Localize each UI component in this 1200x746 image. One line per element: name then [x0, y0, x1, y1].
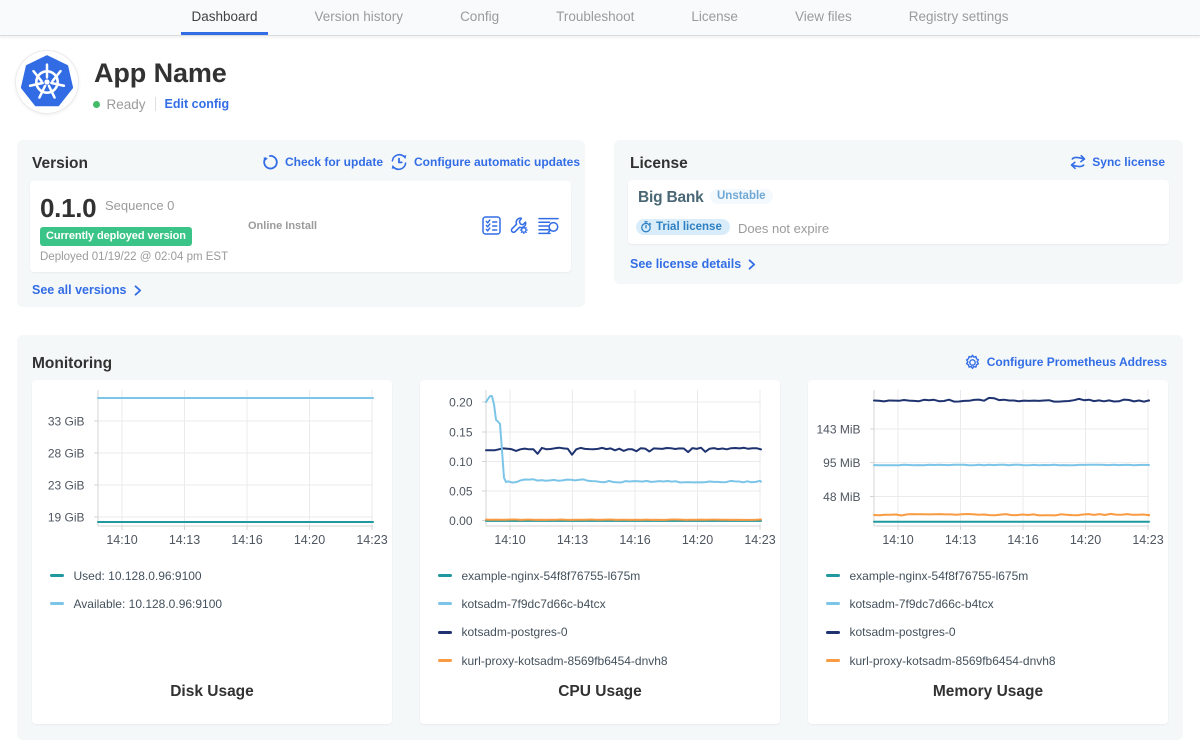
svg-text:23 GiB: 23 GiB: [48, 479, 85, 493]
svg-text:0.00: 0.00: [449, 514, 473, 528]
svg-text:14:23: 14:23: [356, 533, 387, 547]
svg-text:14:23: 14:23: [744, 533, 775, 547]
svg-text:19 GiB: 19 GiB: [48, 511, 85, 525]
svg-text:28 GiB: 28 GiB: [48, 447, 85, 461]
svg-text:14:20: 14:20: [294, 533, 325, 547]
svg-text:14:23: 14:23: [1132, 533, 1163, 547]
svg-text:14:13: 14:13: [557, 533, 588, 547]
svg-text:14:20: 14:20: [682, 533, 713, 547]
svg-text:48 MiB: 48 MiB: [823, 490, 860, 504]
svg-text:14:10: 14:10: [494, 533, 525, 547]
svg-text:14:10: 14:10: [882, 533, 913, 547]
svg-text:14:16: 14:16: [1007, 533, 1038, 547]
svg-text:14:10: 14:10: [106, 533, 137, 547]
svg-text:0.05: 0.05: [449, 485, 473, 499]
svg-text:14:13: 14:13: [169, 533, 200, 547]
svg-text:14:16: 14:16: [619, 533, 650, 547]
svg-text:0.20: 0.20: [449, 396, 473, 410]
svg-text:143 MiB: 143 MiB: [816, 423, 860, 437]
svg-text:33 GiB: 33 GiB: [48, 415, 85, 429]
svg-text:14:13: 14:13: [945, 533, 976, 547]
svg-text:95 MiB: 95 MiB: [823, 456, 860, 470]
svg-text:14:20: 14:20: [1070, 533, 1101, 547]
svg-text:0.15: 0.15: [449, 426, 473, 440]
svg-text:14:16: 14:16: [231, 533, 262, 547]
svg-text:0.10: 0.10: [449, 455, 473, 469]
